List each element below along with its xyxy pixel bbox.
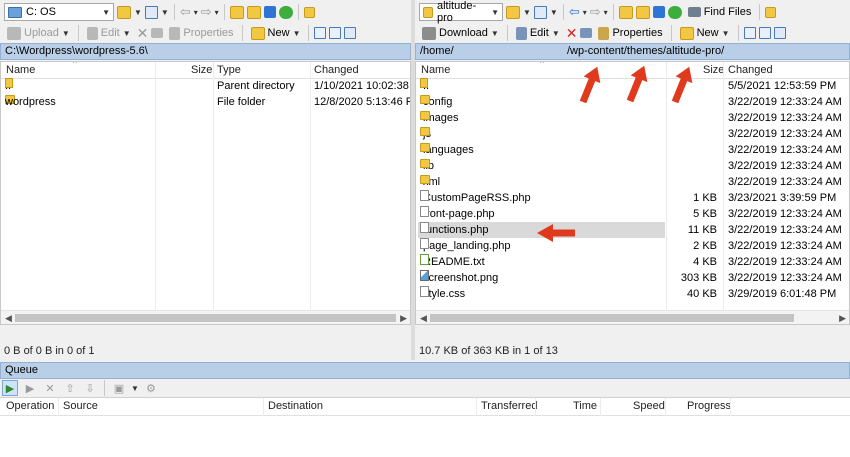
queue-list-header: Operation Source Destination Transferred…	[0, 398, 850, 416]
column-divider	[476, 398, 477, 416]
column-divider	[730, 398, 731, 416]
column-source[interactable]: Source	[63, 400, 98, 412]
chevron-down-icon[interactable]: ▼	[131, 384, 139, 393]
red-arrow-icon	[579, 66, 601, 104]
column-destination[interactable]: Destination	[268, 400, 323, 412]
column-divider	[535, 398, 536, 416]
red-arrow-icon	[671, 66, 693, 104]
column-progress[interactable]: Progress	[687, 400, 731, 412]
column-divider	[263, 398, 264, 416]
column-transferred[interactable]: Transferred	[481, 400, 537, 412]
queue-title: Queue	[0, 362, 850, 379]
toolbar-separator	[104, 380, 105, 396]
column-divider	[58, 398, 59, 416]
column-divider	[600, 398, 601, 416]
red-arrow-icon	[537, 224, 575, 242]
play-icon[interactable]: ▶	[22, 380, 38, 396]
column-speed[interactable]: Speed	[633, 400, 665, 412]
column-divider	[665, 398, 666, 416]
gear-icon[interactable]: ⚙	[143, 380, 159, 396]
queue-preferences-icon[interactable]: ▣	[111, 380, 127, 396]
process-queue-icon[interactable]: ▶	[2, 380, 18, 396]
delete-icon[interactable]: ✕	[42, 380, 58, 396]
column-operation[interactable]: Operation	[6, 400, 54, 412]
queue-toolbar: ▶ ▶ ✕ ⇧ ⇩ ▣ ▼ ⚙	[0, 379, 850, 397]
queue-list[interactable]: Operation Source Destination Transferred…	[0, 397, 850, 457]
move-down-icon[interactable]: ⇩	[82, 380, 98, 396]
column-time[interactable]: Time	[573, 400, 597, 412]
red-arrow-icon	[626, 65, 648, 103]
move-up-icon[interactable]: ⇧	[62, 380, 78, 396]
